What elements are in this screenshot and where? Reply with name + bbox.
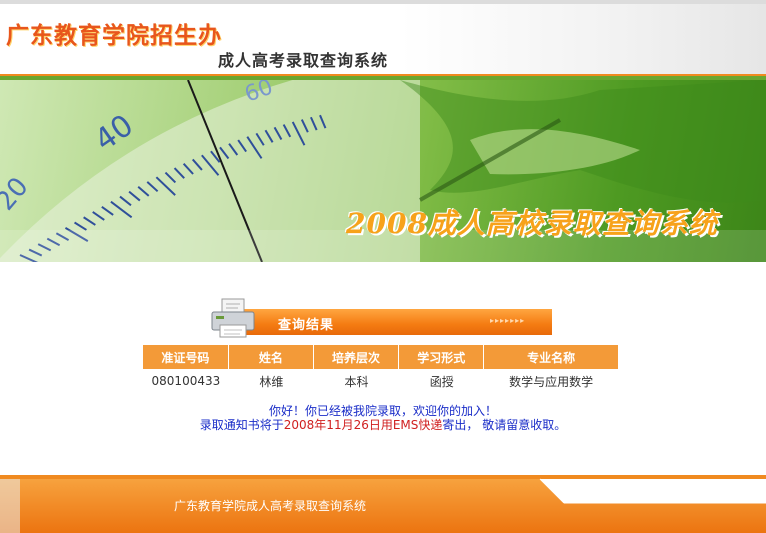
footer-background	[0, 475, 766, 533]
footer-text: 广东教育学院成人高考录取查询系统	[174, 499, 367, 513]
column-header-name: 姓名	[228, 345, 314, 369]
notice-delivery-message: 录取通知书将于2008年11月26日用EMS快递寄出， 敬请留意收取。	[0, 416, 766, 433]
printer-icon	[211, 298, 255, 338]
header-top-stripe	[0, 0, 766, 4]
org-name: 广东教育学院招生办	[6, 23, 222, 49]
ruler-label-20: 20	[0, 172, 35, 217]
banner-title: 2008成人高校录取查询系统	[346, 207, 718, 240]
column-header-study-mode: 学习形式	[399, 345, 485, 369]
cell-major: 数学与应用数学	[509, 374, 594, 389]
result-section-heading: 查询结果 ▸▸▸▸▸▸▸	[210, 298, 552, 338]
site-footer: 广东教育学院成人高考录取查询系统	[0, 475, 766, 533]
table-row: 080100433 林维 本科 函授 数学与应用数学	[143, 369, 618, 393]
admission-results-table: 准证号码 姓名 培养层次 学习形式 专业名称 080100433 林维 本科 函…	[143, 345, 618, 393]
column-header-exam-number: 准证号码	[143, 345, 229, 369]
hand-pen-graphic	[400, 80, 766, 203]
column-header-major: 专业名称	[484, 345, 618, 369]
site-header: 广东教育学院招生办 成人高考录取查询系统	[0, 0, 766, 80]
result-heading-title: 查询结果	[278, 318, 335, 333]
notice-date-highlight: 2008年11月26日用EMS快递	[283, 418, 443, 432]
cell-study-mode: 函授	[429, 374, 454, 389]
cell-name: 林维	[259, 374, 284, 389]
column-header-level: 培养层次	[313, 345, 400, 369]
header-gradient	[400, 0, 766, 80]
table-header-row: 准证号码 姓名 培养层次 学习形式 专业名称	[143, 345, 618, 369]
hero-banner: 20 40 60 2008成人高校录取查询系统	[0, 80, 766, 262]
result-heading-decoration: ▸▸▸▸▸▸▸	[490, 316, 526, 325]
system-name: 成人高考录取查询系统	[218, 51, 389, 70]
notice-suffix: 寄出， 敬请留意收取。	[442, 418, 567, 432]
cell-exam-number: 080100433	[151, 374, 221, 388]
notice-prefix: 录取通知书将于	[199, 418, 284, 432]
cell-level: 本科	[344, 374, 369, 389]
